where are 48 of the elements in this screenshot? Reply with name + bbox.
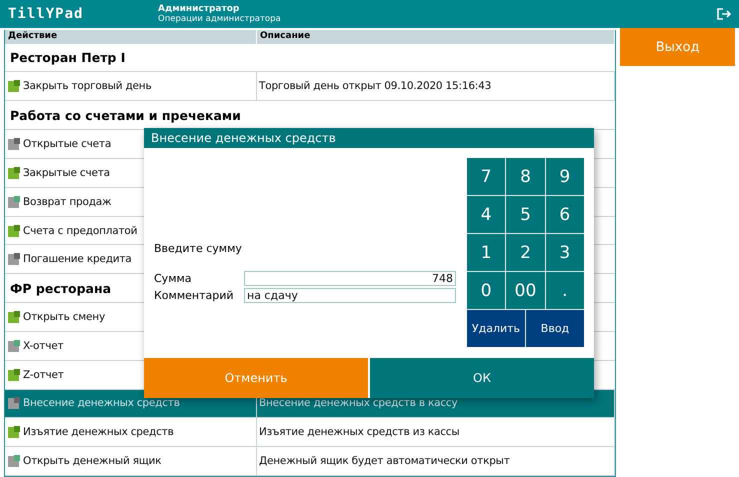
logout-icon[interactable] <box>717 8 731 20</box>
input-field[interactable]: 748 <box>244 271 456 286</box>
column-header: Действие <box>5 30 257 44</box>
logo: TillYPad <box>8 6 84 22</box>
item-icon <box>7 425 21 440</box>
user-name: Администратор <box>158 4 240 14</box>
field-label: Комментарий <box>154 289 235 302</box>
keypad-action-button[interactable]: Ввод <box>526 310 584 347</box>
item-icon <box>7 137 21 152</box>
action-description: Денежный ящик будет автоматически открыт <box>257 447 616 476</box>
keypad-action-button[interactable]: Удалить <box>467 310 525 347</box>
screen-subtitle: Операции администратора <box>158 14 281 24</box>
item-icon <box>7 396 21 410</box>
action-row[interactable]: Открыть денежный ящик Денежный ящик будет автоматически открыт <box>5 447 616 476</box>
item-icon <box>7 79 21 94</box>
item-icon <box>7 338 21 353</box>
item-icon <box>7 166 21 180</box>
column-header: Описание <box>257 30 616 44</box>
item-icon <box>7 454 21 468</box>
action-label: Изъятие денежных средств <box>5 418 257 446</box>
keypad-key[interactable]: 1 <box>467 234 506 271</box>
keypad-key[interactable]: 2 <box>506 234 545 271</box>
keypad-key[interactable]: 00 <box>506 272 545 309</box>
action-label: Открыть денежный ящик <box>5 447 257 476</box>
action-label: Закрыть торговый день <box>5 72 257 100</box>
keypad-key[interactable]: 5 <box>506 196 545 233</box>
keypad-key[interactable]: 9 <box>546 158 584 195</box>
action-description: Изъятие денежных средств из кассы <box>257 418 616 446</box>
action-description: Торговый день открыт 09.10.2020 15:16:43 <box>257 72 616 100</box>
keypad-key[interactable]: 4 <box>467 196 506 233</box>
ok-button[interactable]: ОК <box>370 358 594 398</box>
item-icon <box>7 224 21 238</box>
input-field[interactable]: на сдачу <box>244 288 456 303</box>
action-row[interactable]: Изъятие денежных средств Изъятие денежных средств из кассы <box>5 418 616 448</box>
keypad-key[interactable]: 6 <box>546 196 584 233</box>
dialog-title: Внесение денежных средств <box>144 128 594 148</box>
prompt-text: Введите сумму <box>154 242 243 255</box>
field-label: Сумма <box>154 272 193 285</box>
keypad-key[interactable]: 0 <box>467 272 506 309</box>
keypad-key[interactable]: . <box>546 272 584 309</box>
item-icon <box>7 252 21 266</box>
item-icon <box>7 194 21 209</box>
item-icon <box>7 368 21 382</box>
item-icon <box>7 310 21 324</box>
action-row[interactable]: Закрыть торговый день Торговый день открыт 09.10.2020 15:16:43 <box>5 72 616 102</box>
keypad-key[interactable]: 7 <box>467 158 506 195</box>
keypad-key[interactable]: 8 <box>506 158 545 195</box>
keypad-key[interactable]: 3 <box>546 234 584 271</box>
